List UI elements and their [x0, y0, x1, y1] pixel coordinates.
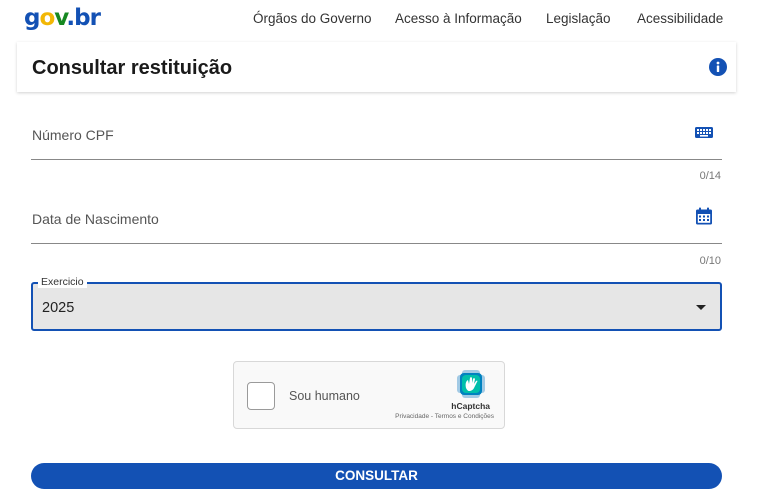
- cpf-counter: 0/14: [699, 170, 721, 182]
- nav-link-legislacao[interactable]: Legislação: [546, 11, 611, 27]
- cpf-label: Número CPF: [32, 127, 114, 143]
- exercicio-value: 2025: [42, 300, 75, 316]
- hcaptcha-logo-icon: [456, 369, 486, 399]
- birth-date-field[interactable]: Data de Nascimento: [31, 196, 722, 244]
- exercicio-select[interactable]: 2025: [31, 282, 722, 331]
- consultar-button[interactable]: CONSULTAR: [31, 463, 722, 489]
- govbr-logo[interactable]: gov.br: [24, 4, 101, 32]
- info-circle-icon[interactable]: [709, 58, 727, 76]
- exercicio-label: Exercicio: [38, 276, 87, 288]
- birth-date-label: Data de Nascimento: [32, 211, 159, 227]
- cpf-field[interactable]: Número CPF: [31, 112, 722, 160]
- captcha-privacy-terms-link[interactable]: Privacidade - Termos e Condições: [395, 413, 494, 421]
- caret-down-icon: [696, 305, 706, 310]
- calendar-icon[interactable]: [694, 206, 714, 226]
- page-title: Consultar restituição: [32, 57, 233, 79]
- birth-date-counter: 0/10: [699, 255, 721, 267]
- hcaptcha-widget: Sou humano hCaptcha Privacidade - Termos…: [233, 361, 505, 429]
- nav-link-acesso-informacao[interactable]: Acesso à Informação: [395, 11, 522, 27]
- nav-link-acessibilidade[interactable]: Acessibilidade: [637, 11, 723, 27]
- top-bar: gov.br Órgãos do Governo Acesso à Inform…: [0, 0, 758, 40]
- captcha-label: Sou humano: [289, 389, 360, 403]
- keyboard-icon[interactable]: [694, 122, 714, 142]
- nav-link-orgaos[interactable]: Órgãos do Governo: [253, 11, 372, 27]
- hcaptcha-brand: hCaptcha: [451, 401, 490, 411]
- captcha-checkbox[interactable]: [247, 382, 275, 410]
- title-card: Consultar restituição: [17, 42, 736, 92]
